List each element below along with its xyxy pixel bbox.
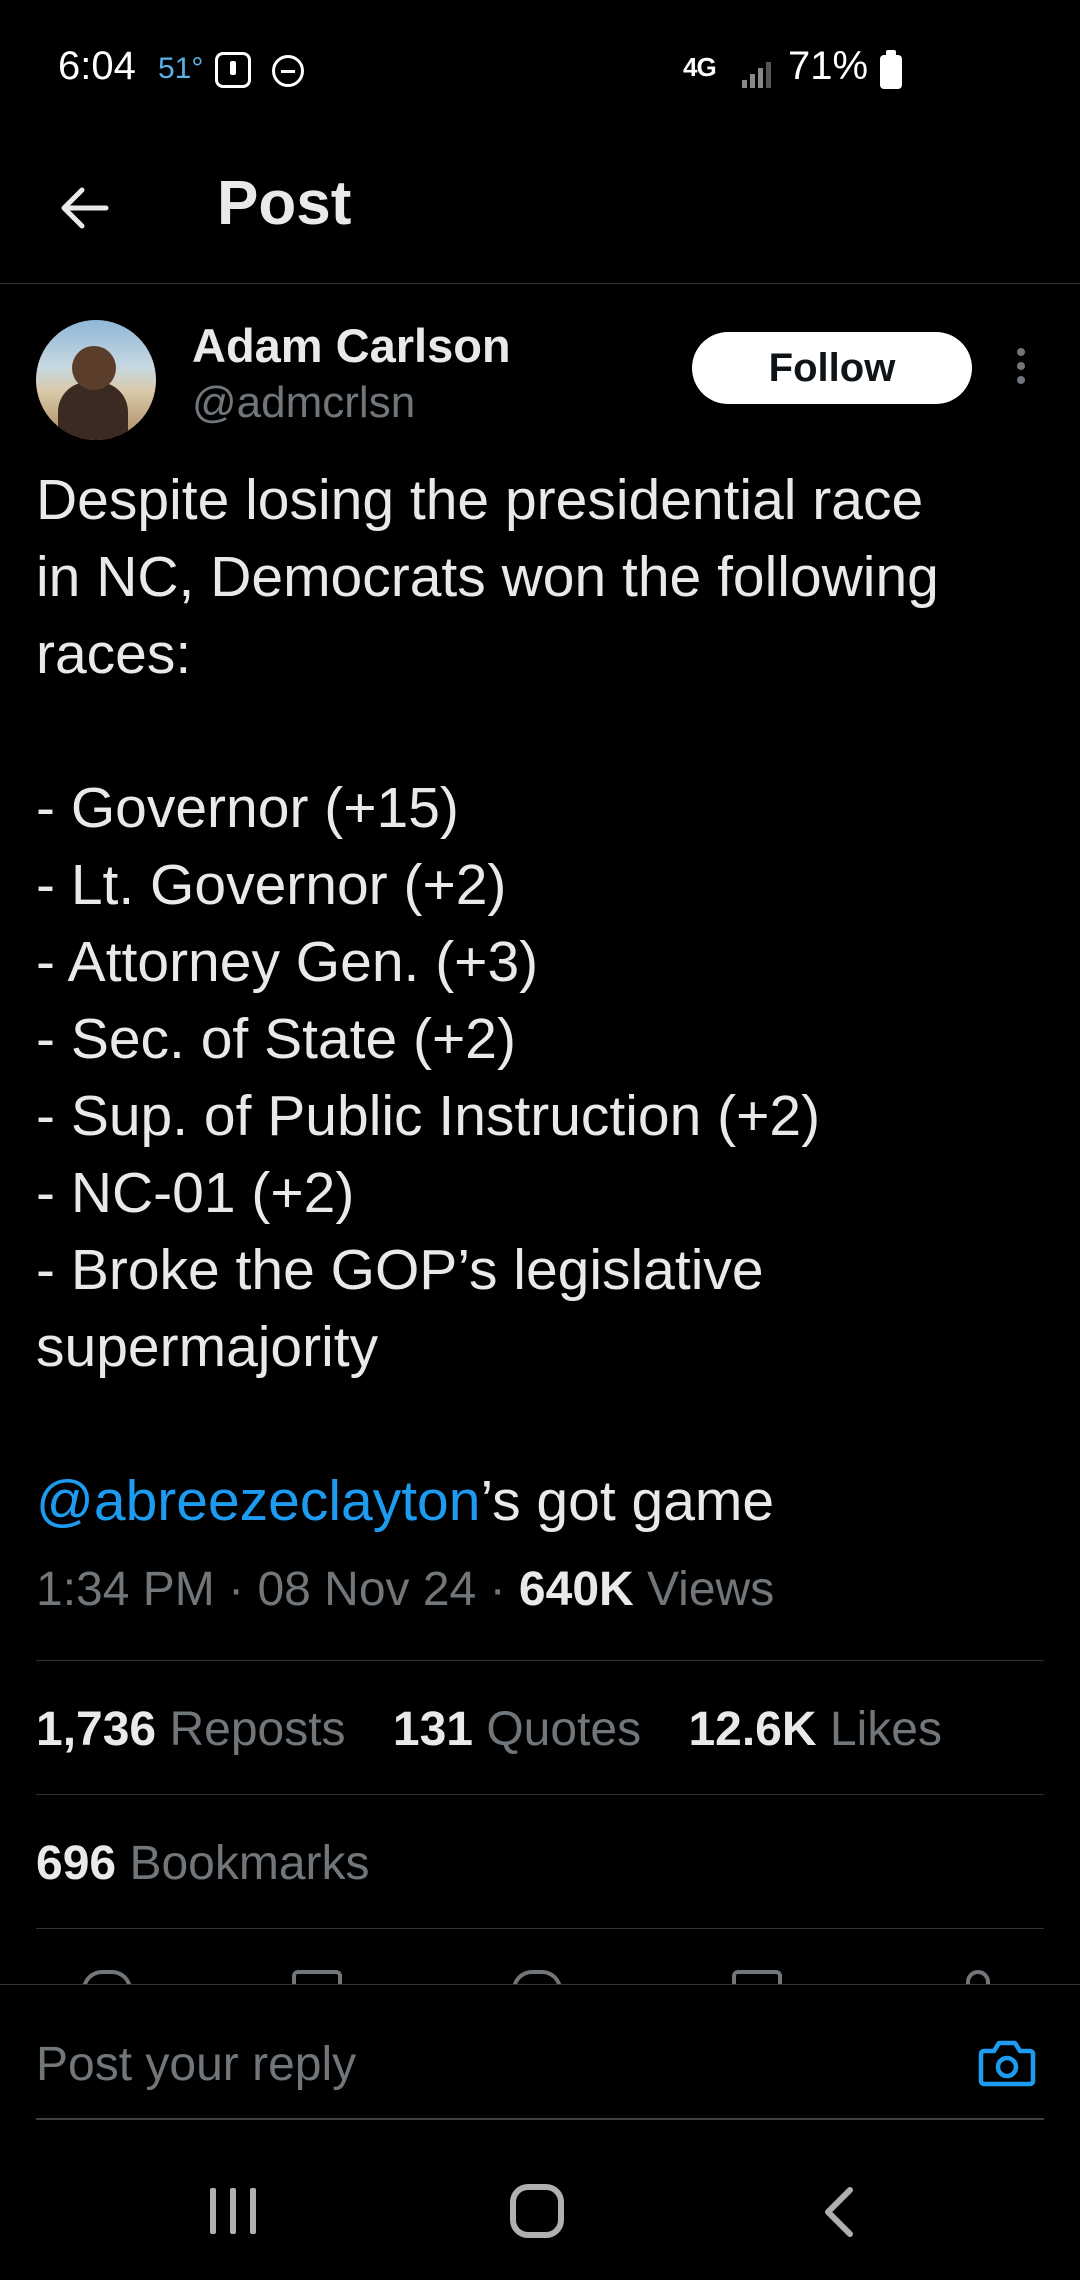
avatar[interactable] — [36, 320, 156, 440]
divider — [36, 1660, 1044, 1661]
header-bar: Post — [0, 140, 1080, 284]
tweet-line: - NC-01 (+2) — [36, 1161, 355, 1225]
reposts-stat[interactable]: 1,736 Reposts — [36, 1703, 346, 1756]
mention-link[interactable]: @abreezeclayton — [36, 1469, 480, 1533]
quotes-count: 131 — [392, 1703, 473, 1756]
camera-icon[interactable] — [978, 2037, 1036, 2087]
reposts-label: Reposts — [169, 1703, 346, 1756]
likes-stat[interactable]: 12.6K Likes — [688, 1703, 942, 1756]
tweet-line: supermajority — [36, 1315, 379, 1379]
tweet-line: - Sup. of Public Instruction (+2) — [36, 1084, 821, 1148]
more-options-icon[interactable] — [1010, 348, 1032, 392]
action-row — [0, 1960, 1080, 1984]
notification-icon — [215, 52, 251, 88]
tweet-text: Despite losing the presidential race in … — [36, 462, 1046, 1540]
back-arrow-icon[interactable] — [56, 180, 112, 236]
quotes-stat[interactable]: 131 Quotes — [393, 1703, 641, 1756]
status-temperature: 51° — [158, 52, 204, 85]
meta-separator: · — [228, 1563, 245, 1616]
reply-input[interactable]: Post your reply — [36, 2037, 356, 2092]
divider — [36, 1928, 1044, 1929]
meta-separator: · — [489, 1563, 506, 1616]
reply-bar: Post your reply — [0, 1984, 1080, 2120]
status-time: 6:04 — [58, 44, 136, 88]
author-handle[interactable]: @admcrlsn — [192, 378, 415, 428]
author-name[interactable]: Adam Carlson — [192, 318, 511, 373]
bookmarks-stat[interactable]: 696 Bookmarks — [36, 1836, 370, 1891]
page-title: Post — [217, 169, 352, 238]
engagement-stats: 1,736 Reposts 131 Quotes 12.6K Likes — [36, 1702, 976, 1757]
tweet-line: races: — [36, 622, 192, 686]
tweet-meta: 1:34 PM · 08 Nov 24 · 640K Views — [36, 1562, 774, 1617]
network-type: 4G — [683, 52, 717, 82]
battery-percentage: 71% — [788, 44, 869, 88]
tweet-line: - Lt. Governor (+2) — [36, 853, 507, 917]
tweet-line: in NC, Democrats won the following — [36, 545, 939, 609]
views-label: Views — [647, 1563, 775, 1616]
follow-button[interactable]: Follow — [692, 332, 972, 404]
tweet-line: - Attorney Gen. (+3) — [36, 930, 539, 994]
tweet-line — [36, 1386, 1046, 1463]
tweet-time: 1:34 PM — [36, 1563, 215, 1616]
likes-label: Likes — [829, 1703, 942, 1756]
home-icon[interactable] — [510, 2184, 564, 2238]
tweet-date: 08 Nov 24 — [257, 1563, 477, 1616]
bookmarks-count: 696 — [36, 1837, 117, 1890]
reply-icon[interactable] — [82, 1970, 132, 1984]
tweet-line: Despite losing the presidential race — [36, 468, 924, 532]
tweet-line: - Sec. of State (+2) — [36, 1007, 516, 1071]
battery-icon — [880, 50, 902, 89]
reposts-count: 1,736 — [36, 1703, 157, 1756]
signal-icon — [740, 52, 776, 88]
divider — [36, 1794, 1044, 1795]
tweet-line: - Broke the GOP’s legislative — [36, 1238, 764, 1302]
reply-underline — [36, 2118, 1044, 2120]
do-not-disturb-icon — [272, 55, 304, 87]
bookmarks-label: Bookmarks — [129, 1837, 370, 1890]
bookmark-icon[interactable] — [732, 1970, 782, 1984]
repost-icon[interactable] — [292, 1970, 342, 1984]
tweet-line — [36, 693, 1046, 770]
like-icon[interactable] — [512, 1970, 562, 1984]
system-nav-bar — [0, 2130, 1080, 2280]
likes-count: 12.6K — [688, 1703, 817, 1756]
tweet-mention-line: @abreezeclayton’s got game — [36, 1463, 1046, 1540]
quotes-label: Quotes — [486, 1703, 642, 1756]
share-icon[interactable] — [966, 1970, 990, 1984]
status-bar: 6:04 51° 4G 71% — [0, 0, 1080, 140]
recent-apps-icon[interactable] — [210, 2188, 258, 2234]
tweet-line: - Governor (+15) — [36, 776, 459, 840]
views-count: 640K — [518, 1563, 634, 1616]
nav-back-icon[interactable] — [818, 2184, 858, 2240]
mention-suffix: ’s got game — [480, 1469, 775, 1533]
